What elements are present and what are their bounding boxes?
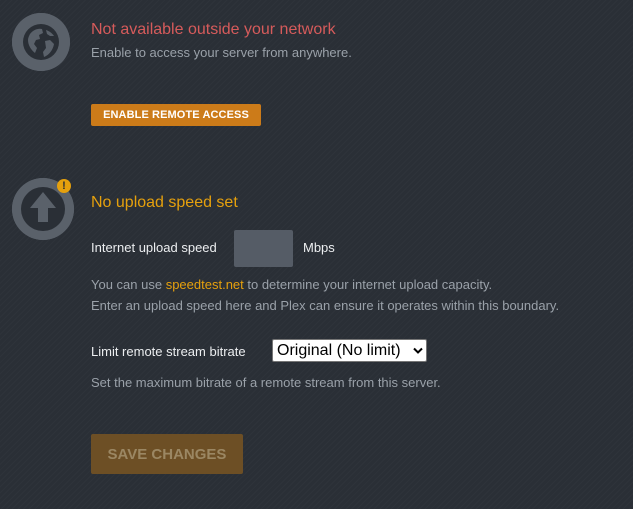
upload-hint-line1: You can use speedtest.net to determine y…	[91, 277, 492, 292]
upload-hint-line2: Enter an upload speed here and Plex can …	[91, 298, 560, 313]
hint-prefix: You can use	[91, 277, 166, 292]
bitrate-limit-select[interactable]: Original (No limit)	[272, 339, 427, 362]
upload-speed-unit: Mbps	[303, 240, 335, 255]
globe-icon	[12, 13, 70, 71]
bitrate-description: Set the maximum bitrate of a remote stre…	[91, 375, 441, 390]
warning-icon: !	[57, 179, 71, 193]
bitrate-limit-label: Limit remote stream bitrate	[91, 344, 246, 359]
remote-status-title: Not available outside your network	[91, 21, 336, 38]
upload-speed-label: Internet upload speed	[91, 240, 217, 255]
bitrate-selected-value: Original (No limit)	[277, 342, 401, 359]
upload-status-title: No upload speed set	[91, 194, 238, 211]
save-changes-button[interactable]: SAVE CHANGES	[91, 434, 243, 474]
upload-speed-input[interactable]	[234, 230, 293, 267]
remote-access-description: Enable to access your server from anywhe…	[91, 45, 352, 60]
enable-remote-access-button[interactable]: ENABLE REMOTE ACCESS	[91, 104, 261, 126]
speedtest-link[interactable]: speedtest.net	[166, 277, 244, 292]
chevron-down-icon	[413, 342, 423, 355]
hint-suffix: to determine your internet upload capaci…	[243, 277, 493, 292]
